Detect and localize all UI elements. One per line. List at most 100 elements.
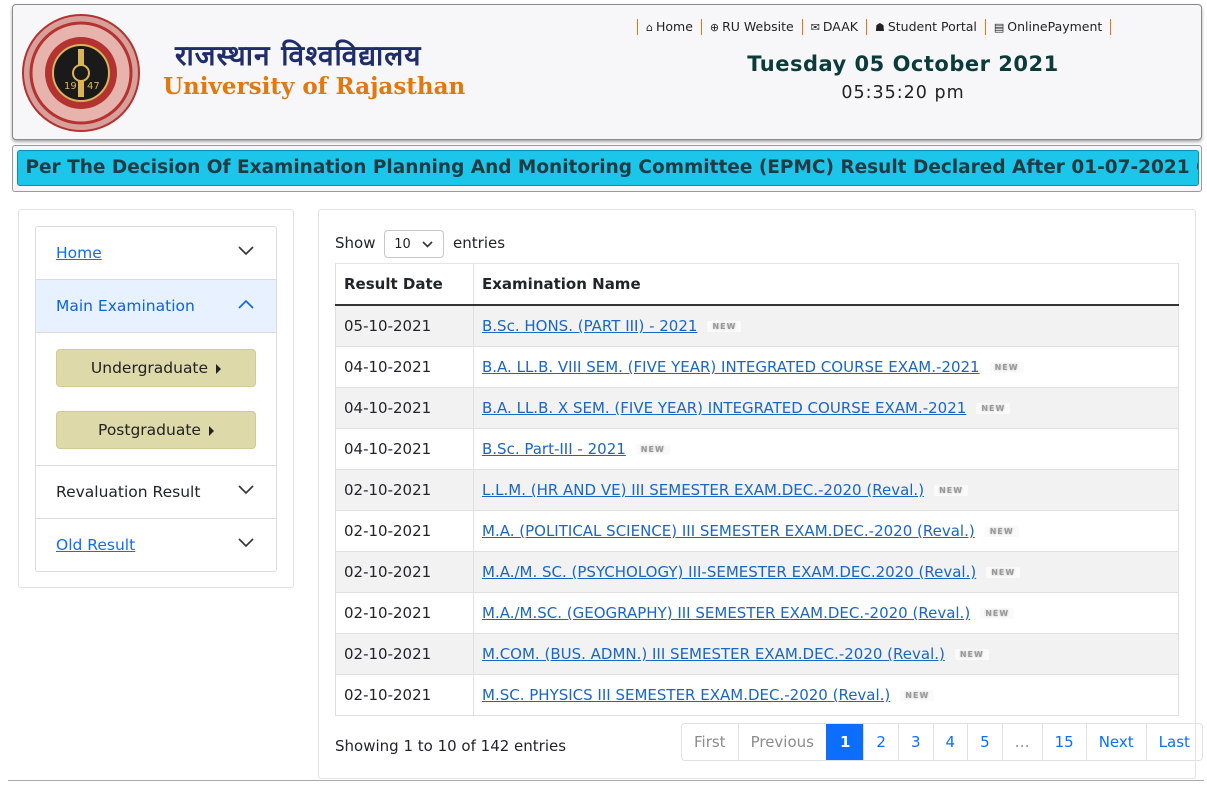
exam-result-link[interactable]: M.COM. (BUS. ADMN.) III SEMESTER EXAM.DE… <box>482 645 945 663</box>
envelope-icon: ✉ <box>810 21 820 34</box>
pagination-ellipsis: … <box>1001 724 1042 760</box>
sidebar-home-link[interactable]: Home <box>56 244 102 262</box>
sidebar: Home Main Examination Undergraduate Post… <box>18 209 294 588</box>
pagination-previous[interactable]: Previous <box>737 724 826 760</box>
sidebar-main-exam-label: Main Examination <box>56 297 195 315</box>
table-info: Showing 1 to 10 of 142 entries <box>335 737 567 755</box>
sidebar-item-home[interactable]: Home <box>36 227 276 280</box>
exam-result-link[interactable]: B.Sc. Part-III - 2021 <box>482 440 626 458</box>
new-badge-icon: NEW <box>707 321 742 332</box>
sidebar-item-revaluation-result[interactable]: Revaluation Result <box>36 466 276 519</box>
table-row: 04-10-2021 B.A. LL.B. X SEM. (FIVE YEAR)… <box>335 387 1179 429</box>
new-badge-icon: NEW <box>980 608 1015 619</box>
exam-name-cell: M.SC. PHYSICS III SEMESTER EXAM.DEC.-202… <box>473 674 1179 716</box>
table-row: 05-10-2021 B.Sc. HONS. (PART III) - 2021… <box>335 304 1179 347</box>
table-row: 02-10-2021 M.A. (POLITICAL SCIENCE) III … <box>335 510 1179 552</box>
page-bottom-divider <box>8 780 1204 785</box>
results-table: Result Date Examination Name 05-10-2021 … <box>335 263 1179 716</box>
table-row: 04-10-2021 B.Sc. Part-III - 2021 NEW <box>335 428 1179 470</box>
nav-daak-link[interactable]: ✉ DAAK <box>811 19 858 34</box>
table-row: 02-10-2021 M.COM. (BUS. ADMN.) III SEMES… <box>335 633 1179 675</box>
current-time: 05:35:20 pm <box>841 83 965 103</box>
result-date-cell: 04-10-2021 <box>335 428 474 470</box>
new-badge-icon: NEW <box>976 403 1011 414</box>
announcement-text: s Per The Decision Of Examination Planni… <box>18 157 1198 178</box>
postgraduate-button[interactable]: Postgraduate <box>56 411 256 449</box>
caret-right-icon <box>208 425 214 436</box>
result-date-cell: 02-10-2021 <box>335 592 474 634</box>
chevron-down-icon <box>238 246 254 256</box>
svg-text:47: 47 <box>87 81 100 92</box>
pagination-page-5[interactable]: 5 <box>967 724 1002 760</box>
globe-icon: ⊕ <box>709 21 720 34</box>
result-date-cell: 02-10-2021 <box>335 633 474 675</box>
svg-text:19: 19 <box>64 81 77 92</box>
pagination-page-2[interactable]: 2 <box>863 724 898 760</box>
main-examination-panel: Undergraduate Postgraduate <box>36 333 276 466</box>
sidebar-old-result-link[interactable]: Old Result <box>56 536 135 554</box>
exam-name-cell: M.COM. (BUS. ADMN.) III SEMESTER EXAM.DE… <box>473 633 1179 675</box>
result-date-cell: 02-10-2021 <box>335 551 474 593</box>
exam-result-link[interactable]: M.A. (POLITICAL SCIENCE) III SEMESTER EX… <box>482 522 975 540</box>
table-row: 02-10-2021 L.L.M. (HR AND VE) III SEMEST… <box>335 469 1179 511</box>
card-icon: ▤ <box>993 21 1005 34</box>
exam-result-link[interactable]: B.Sc. HONS. (PART III) - 2021 <box>482 317 697 335</box>
new-badge-icon: NEW <box>900 690 935 701</box>
exam-name-cell: M.A./M. SC. (PSYCHOLOGY) III-SEMESTER EX… <box>473 551 1179 593</box>
exam-name-cell: B.A. LL.B. X SEM. (FIVE YEAR) INTEGRATED… <box>473 387 1179 429</box>
result-date-cell: 04-10-2021 <box>335 346 474 388</box>
nav-online-payment-link[interactable]: ▤ OnlinePayment <box>994 19 1102 34</box>
exam-result-link[interactable]: B.A. LL.B. VIII SEM. (FIVE YEAR) INTEGRA… <box>482 358 980 376</box>
exam-result-link[interactable]: B.A. LL.B. X SEM. (FIVE YEAR) INTEGRATED… <box>482 399 966 417</box>
page-size-control: Show 10 entries <box>335 228 505 258</box>
exam-name-cell: M.A. (POLITICAL SCIENCE) III SEMESTER EX… <box>473 510 1179 552</box>
chevron-up-icon <box>238 299 254 309</box>
result-date-cell: 05-10-2021 <box>335 304 474 347</box>
column-header-examination-name[interactable]: Examination Name <box>473 263 1179 306</box>
exam-name-cell: B.A. LL.B. VIII SEM. (FIVE YEAR) INTEGRA… <box>473 346 1179 388</box>
exam-result-link[interactable]: M.A./M. SC. (PSYCHOLOGY) III-SEMESTER EX… <box>482 563 976 581</box>
pagination-page-1[interactable]: 1 <box>825 724 864 760</box>
nav-ru-website-link[interactable]: ⊕ RU Website <box>710 19 794 34</box>
brand-english-name: University of Rajasthan <box>163 73 466 100</box>
page-size-select[interactable]: 10 <box>384 229 445 258</box>
new-badge-icon: NEW <box>989 362 1024 373</box>
university-brand: राजस्थान विश्वविद्यालय University of Raj… <box>163 39 465 101</box>
new-badge-icon: NEW <box>635 444 670 455</box>
announcement-marquee[interactable]: s Per The Decision Of Examination Planni… <box>17 150 1199 186</box>
home-icon: ⌂ <box>645 21 653 34</box>
current-date: Tuesday 05 October 2021 <box>747 52 1059 76</box>
results-panel: Show 10 entries Result Date Examination … <box>318 209 1203 779</box>
sidebar-item-main-examination[interactable]: Main Examination <box>36 280 276 333</box>
pagination-page-3[interactable]: 3 <box>897 724 933 760</box>
new-badge-icon: NEW <box>984 526 1019 537</box>
pagination-next[interactable]: Next <box>1085 724 1146 760</box>
exam-result-link[interactable]: M.SC. PHYSICS III SEMESTER EXAM.DEC.-202… <box>482 686 890 704</box>
exam-name-cell: B.Sc. HONS. (PART III) - 2021 NEW <box>473 304 1179 347</box>
table-row: 04-10-2021 B.A. LL.B. VIII SEM. (FIVE YE… <box>335 346 1179 388</box>
table-row: 02-10-2021 M.A./M. SC. (PSYCHOLOGY) III-… <box>335 551 1179 593</box>
result-date-cell: 02-10-2021 <box>335 469 474 511</box>
pagination-first[interactable]: First <box>682 724 738 760</box>
brand-hindi-name: राजस्थान विश्वविद्यालय <box>175 39 422 72</box>
nav-student-portal-link[interactable]: ☗ Student Portal <box>875 19 977 34</box>
announcement-bar: s Per The Decision Of Examination Planni… <box>12 145 1202 192</box>
exam-result-link[interactable]: M.A./M.SC. (GEOGRAPHY) III SEMESTER EXAM… <box>482 604 970 622</box>
pagination-last[interactable]: Last <box>1145 724 1202 760</box>
sidebar-accordion: Home Main Examination Undergraduate Post… <box>35 226 277 572</box>
site-header: 19 47 राजस्थान विश्वविद्यालय University … <box>12 4 1202 140</box>
exam-name-cell: L.L.M. (HR AND VE) III SEMESTER EXAM.DEC… <box>473 469 1179 511</box>
pagination-page-4[interactable]: 4 <box>932 724 968 760</box>
result-date-cell: 02-10-2021 <box>335 510 474 552</box>
nav-home-link[interactable]: ⌂ Home <box>646 19 693 34</box>
chevron-down-icon <box>238 538 254 548</box>
sidebar-revaluation-label: Revaluation Result <box>56 483 201 501</box>
exam-result-link[interactable]: L.L.M. (HR AND VE) III SEMESTER EXAM.DEC… <box>482 481 924 499</box>
top-navigation: ⌂ Home ⊕ RU Website ✉ DAAK ☗ Student Portal … <box>633 18 1115 35</box>
column-header-result-date[interactable]: Result Date <box>335 263 474 306</box>
undergraduate-button[interactable]: Undergraduate <box>56 349 256 387</box>
sidebar-item-old-result[interactable]: Old Result <box>36 519 276 571</box>
result-date-cell: 02-10-2021 <box>335 674 474 716</box>
chevron-down-icon <box>422 240 433 248</box>
pagination-page-15[interactable]: 15 <box>1041 724 1086 760</box>
